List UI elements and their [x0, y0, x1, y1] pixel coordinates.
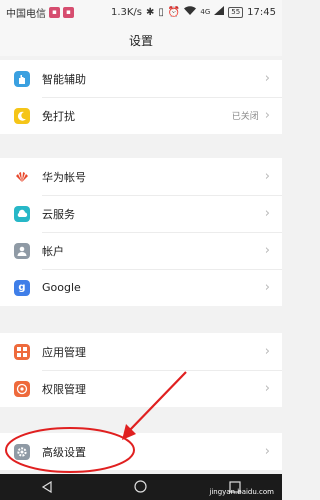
cloud-icon — [14, 205, 30, 222]
status-value: 已关闭 — [231, 112, 259, 122]
page-title: 设置 — [128, 33, 153, 48]
settings-item-label: 华为帐号 — [42, 170, 86, 184]
settings-item-label: 高级设置 — [42, 445, 86, 459]
settings-group: 应用管理 › 权限管理 › — [0, 333, 282, 407]
chevron-right-icon: › — [264, 71, 270, 86]
settings-item-label: 帐户 — [42, 244, 64, 258]
settings-item-google[interactable]: g Google › — [0, 269, 282, 306]
chevron-right-icon: › — [264, 108, 270, 123]
chevron-right-icon: › — [264, 243, 270, 258]
moon-icon — [14, 107, 30, 124]
settings-item-label: Google — [42, 281, 81, 294]
bluetooth-icon: ✱ — [146, 6, 155, 18]
settings-item-label: 权限管理 — [42, 382, 86, 396]
back-icon[interactable] — [41, 478, 53, 497]
settings-item-label: 智能辅助 — [42, 72, 86, 86]
wifi-icon — [184, 6, 197, 18]
clock: 17:45 — [247, 6, 276, 18]
grid-icon — [14, 343, 30, 360]
chevron-right-icon: › — [264, 280, 270, 295]
settings-item-accounts[interactable]: 帐户 › — [0, 232, 282, 269]
chevron-right-icon: › — [264, 344, 270, 359]
settings-item-label: 云服务 — [42, 207, 75, 221]
chevron-right-icon: › — [264, 206, 270, 221]
settings-item-do-not-disturb[interactable]: 免打扰 已关闭 › — [0, 97, 282, 134]
chevron-right-icon: › — [264, 169, 270, 184]
shield-icon — [14, 380, 30, 397]
alarm-icon: ⏰ — [167, 6, 181, 18]
settings-item-smart-assist[interactable]: 智能辅助 › — [0, 60, 282, 97]
hand-icon — [14, 70, 30, 87]
signal-icon — [214, 6, 225, 18]
navigation-bar: jingyan.baidu.com — [0, 474, 282, 500]
network-speed: 1.3K/s — [110, 6, 142, 18]
settings-group: 华为帐号 › 云服务 › 帐户 › g Google › — [0, 158, 282, 306]
settings-item-advanced-settings[interactable]: 高级设置 › — [0, 433, 282, 470]
home-icon[interactable] — [134, 478, 148, 497]
vibrate-icon: ▯ — [158, 6, 164, 18]
carrier-label: 中国电信 — [6, 8, 46, 20]
battery-icon: 55 — [228, 6, 244, 18]
network-type: 4G — [200, 8, 211, 16]
person-icon — [14, 242, 30, 259]
gear-icon — [14, 443, 30, 460]
settings-item-huawei-account[interactable]: 华为帐号 › — [0, 158, 282, 195]
settings-item-permission-management[interactable]: 权限管理 › — [0, 370, 282, 407]
huawei-icon — [14, 168, 30, 185]
status-bar: 中国电信 ▪ ▪ 1.3K/s ✱ ▯ ⏰ 4G 55 17:45 — [0, 0, 282, 24]
google-icon: g — [14, 279, 30, 296]
settings-item-label: 免打扰 — [42, 109, 75, 123]
chevron-right-icon: › — [264, 444, 270, 459]
chevron-right-icon: › — [264, 381, 270, 396]
notification-app-icon: ▪ — [49, 6, 60, 18]
settings-group: 智能辅助 › 免打扰 已关闭 › — [0, 60, 282, 134]
settings-item-cloud-service[interactable]: 云服务 › — [0, 195, 282, 232]
settings-item-label: 应用管理 — [42, 345, 86, 359]
settings-group: 高级设置 › — [0, 433, 282, 470]
page-title-bar: 设置 — [0, 24, 282, 56]
notification-app-icon: ▪ — [63, 6, 74, 18]
settings-item-app-management[interactable]: 应用管理 › — [0, 333, 282, 370]
watermark: jingyan.baidu.com — [209, 488, 274, 496]
